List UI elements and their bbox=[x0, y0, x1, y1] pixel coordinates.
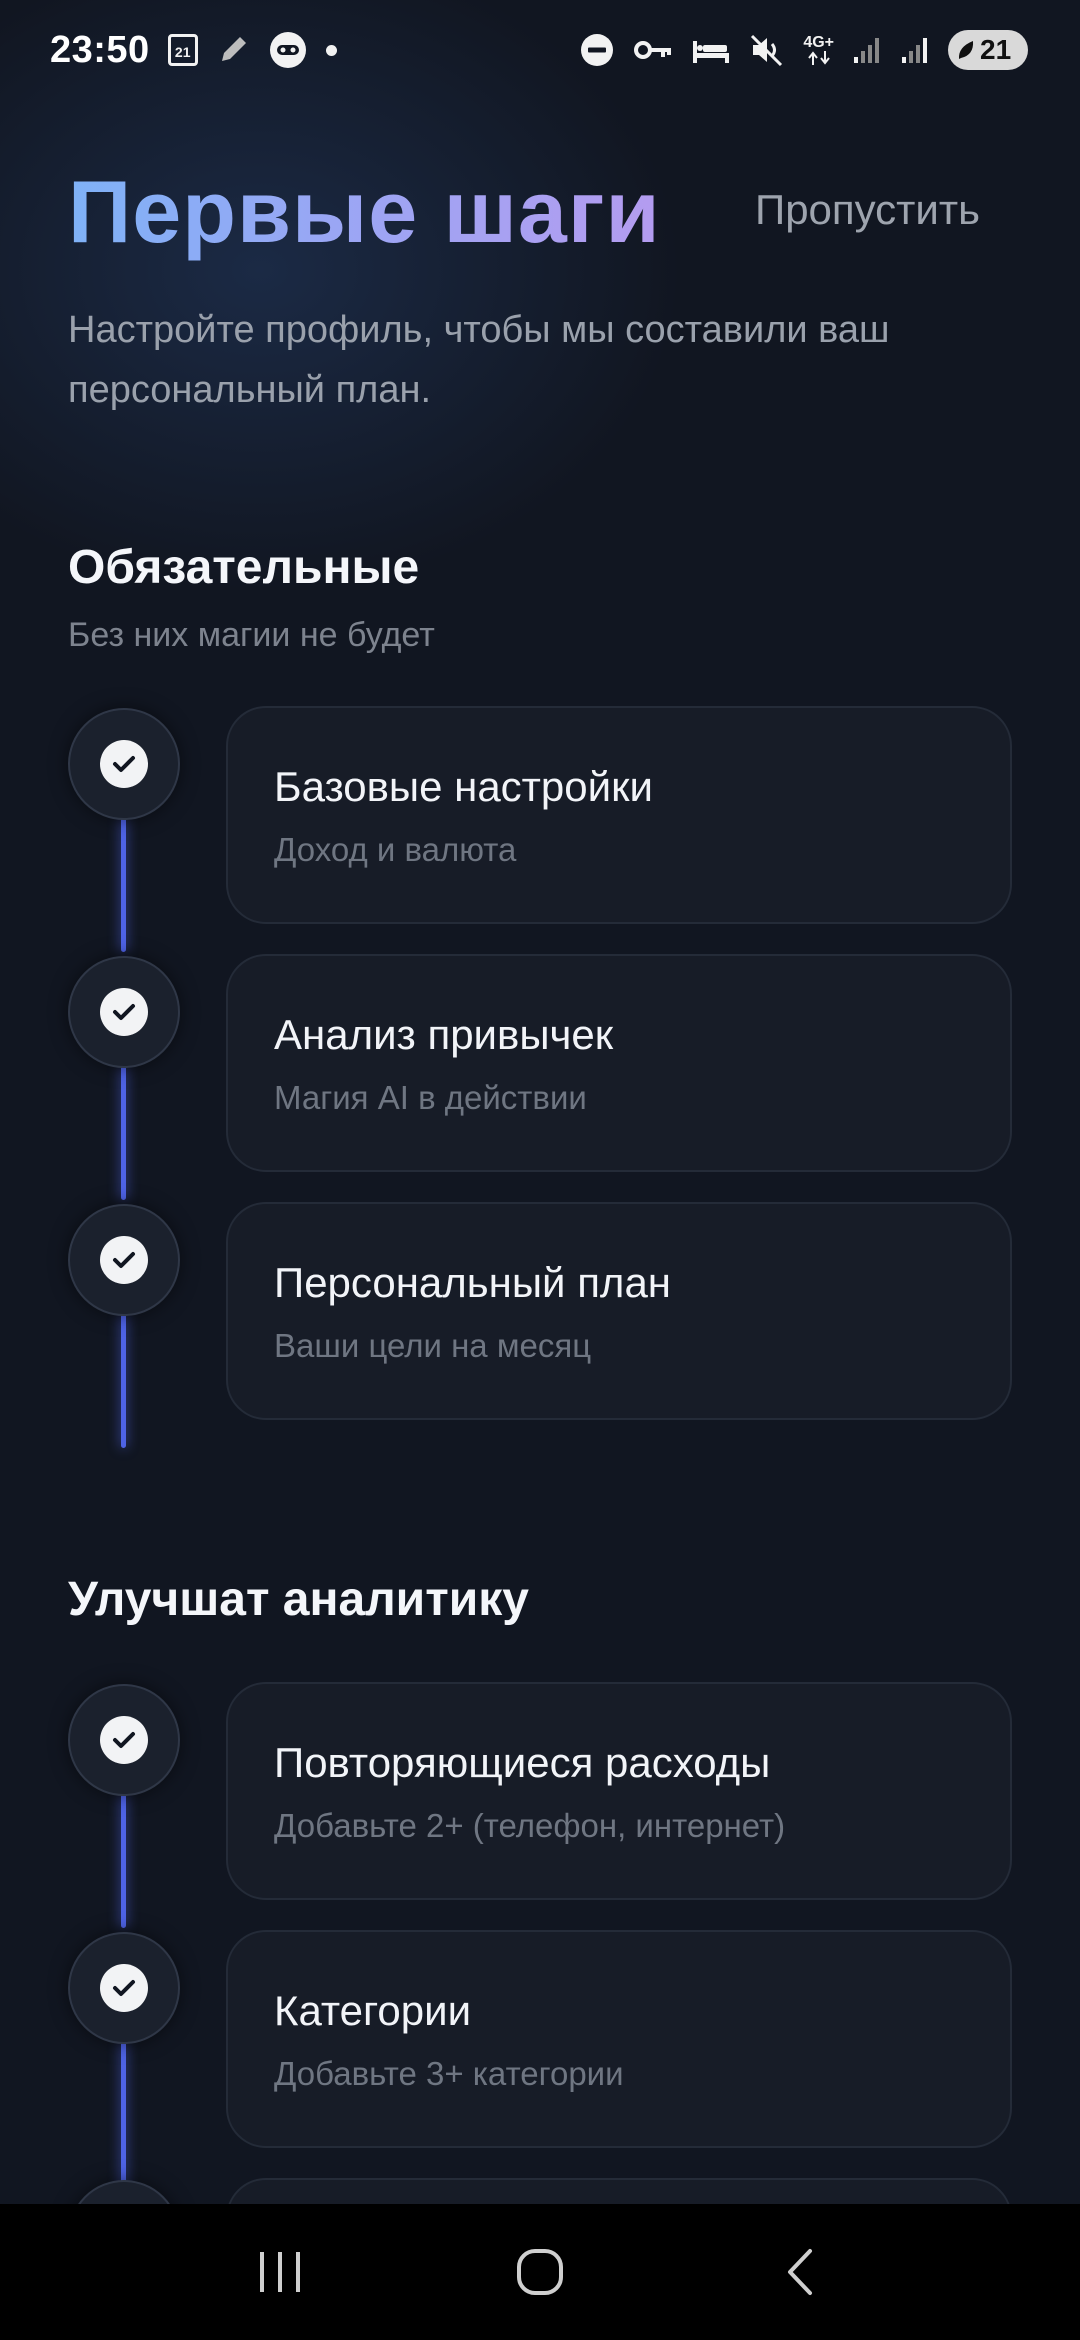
check-icon bbox=[100, 1964, 148, 2012]
page-title: Первые шаги bbox=[68, 160, 661, 264]
step-subtitle: Добавьте 2+ (телефон, интернет) bbox=[274, 1807, 786, 1844]
status-bar-right: 4G+ 21 bbox=[579, 30, 1028, 70]
signal-strength-icon bbox=[852, 35, 882, 65]
required-section-subtitle: Без них магии не будет bbox=[68, 616, 435, 654]
step-subtitle: Добавьте 3+ категории bbox=[274, 2055, 624, 2092]
step-status-node bbox=[68, 1932, 180, 2044]
battery-saver-icon bbox=[958, 41, 974, 59]
home-icon[interactable] bbox=[495, 2227, 585, 2317]
calendar-day: 21 bbox=[174, 44, 191, 60]
step-title: Повторяющиеся расходы bbox=[274, 1739, 771, 1786]
timeline-connector bbox=[121, 818, 126, 952]
mute-icon bbox=[749, 32, 785, 68]
check-icon bbox=[100, 740, 148, 788]
step-card-categories[interactable]: Категории Добавьте 3+ категории bbox=[226, 1930, 1012, 2148]
check-icon bbox=[100, 1716, 148, 1764]
step-subtitle: Доход и валюта bbox=[274, 831, 517, 868]
step-status-node bbox=[68, 1684, 180, 1796]
step-subtitle: Ваши цели на месяц bbox=[274, 1327, 592, 1364]
check-icon bbox=[100, 1236, 148, 1284]
step-title: Анализ привычек bbox=[274, 1011, 614, 1058]
step-status-node bbox=[68, 1204, 180, 1316]
step-card-recurring-expenses[interactable]: Повторяющиеся расходы Добавьте 2+ (телеф… bbox=[226, 1682, 1012, 1900]
screen: 23:50 21 4G+ 21 Первые шаги Пропустить Н… bbox=[0, 0, 1080, 2340]
signal-strength-secondary-icon bbox=[900, 35, 930, 65]
timeline-connector bbox=[121, 1794, 126, 1928]
timeline-connector bbox=[121, 1066, 126, 1200]
notification-dot-icon bbox=[325, 44, 337, 56]
battery-indicator: 21 bbox=[948, 30, 1028, 70]
status-bar-left: 23:50 21 bbox=[50, 29, 337, 72]
calendar-icon: 21 bbox=[167, 34, 198, 66]
required-section-title: Обязательные bbox=[68, 541, 420, 594]
status-time: 23:50 bbox=[50, 28, 150, 71]
step-card-habit-analysis[interactable]: Анализ привычек Магия AI в действии bbox=[226, 954, 1012, 1172]
battery-level: 21 bbox=[980, 34, 1012, 65]
back-icon[interactable] bbox=[755, 2227, 845, 2317]
do-not-disturb-icon bbox=[579, 32, 615, 68]
sleep-mode-icon bbox=[691, 35, 731, 65]
step-title: Персональный план bbox=[274, 1259, 671, 1306]
timeline-connector bbox=[121, 1314, 126, 1448]
page-subtitle: Настройте профиль, чтобы мы составили ва… bbox=[68, 309, 890, 411]
status-bar: 23:50 21 4G+ 21 bbox=[0, 0, 1080, 100]
pencil-icon bbox=[216, 33, 250, 67]
vpn-key-icon bbox=[633, 35, 673, 65]
check-icon bbox=[100, 988, 148, 1036]
skip-button[interactable]: Пропустить bbox=[755, 184, 980, 236]
step-card-personal-plan[interactable]: Персональный план Ваши цели на месяц bbox=[226, 1202, 1012, 1420]
network-type-label: 4G+ bbox=[803, 34, 834, 51]
assistant-icon bbox=[268, 30, 308, 70]
step-status-node bbox=[68, 956, 180, 1068]
step-subtitle: Магия AI в действии bbox=[274, 1079, 587, 1116]
step-title: Категории bbox=[274, 1987, 472, 2034]
network-type-icon: 4G+ bbox=[803, 35, 834, 65]
step-title: Базовые настройки bbox=[274, 763, 653, 810]
recents-icon[interactable] bbox=[235, 2227, 325, 2317]
step-status-node bbox=[68, 708, 180, 820]
analytics-section-title: Улучшат аналитику bbox=[68, 1573, 529, 1626]
step-card-basic-settings[interactable]: Базовые настройки Доход и валюта bbox=[226, 706, 1012, 924]
system-navigation-bar bbox=[0, 2204, 1080, 2340]
